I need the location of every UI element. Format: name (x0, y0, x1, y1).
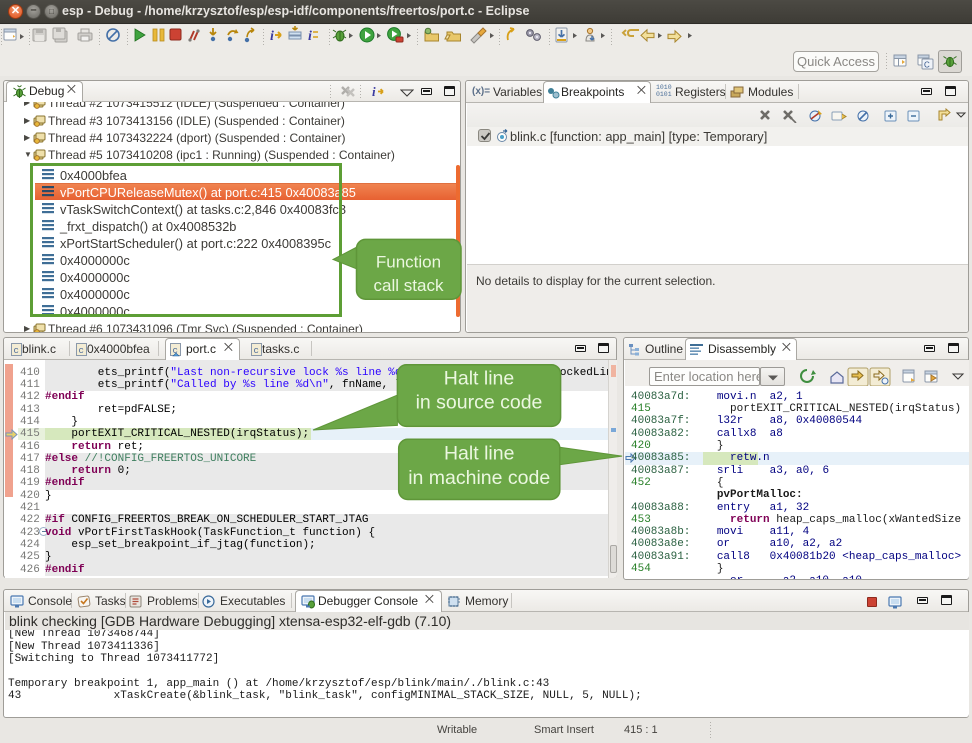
svg-text:i: i (308, 29, 312, 44)
svg-text:C: C (924, 61, 930, 70)
svg-text:Halt line: Halt line (444, 443, 514, 465)
svg-text:i: i (372, 85, 376, 98)
svg-text:call stack: call stack (374, 276, 444, 295)
svg-text:i: i (270, 29, 274, 44)
svg-text:Function: Function (376, 253, 441, 272)
svg-text:in machine code: in machine code (408, 467, 550, 489)
svg-text:c: c (14, 346, 19, 356)
svg-text:in source code: in source code (416, 392, 543, 414)
svg-text:c: c (254, 346, 259, 356)
svg-text:c: c (79, 346, 84, 356)
svg-text:Halt line: Halt line (444, 368, 514, 390)
